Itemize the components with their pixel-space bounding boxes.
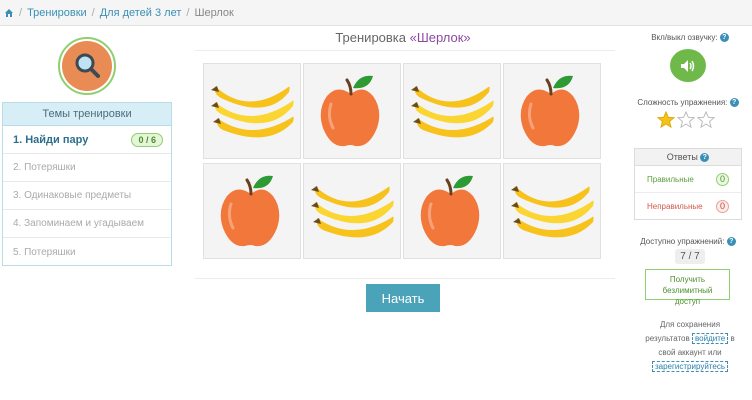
answers-title-row: Ответы ? [635, 149, 741, 166]
topic-item[interactable]: 5. Потеряшки [3, 238, 171, 266]
topic-item[interactable]: 1. Найди пару 0 / 6 [3, 126, 171, 154]
breadcrumb-separator: / [91, 6, 95, 19]
help-icon[interactable]: ? [719, 33, 729, 43]
sound-label-row: Вкл/выкл озвучку: ? [640, 33, 740, 43]
apple-icon [320, 75, 380, 147]
topic-label: 2. Потеряшки [13, 162, 76, 173]
wrong-count: 0 [716, 200, 729, 213]
difficulty-label-row: Сложность упражнения: ? [632, 98, 744, 108]
answers-panel: Ответы ? Правильные 0 Неправильные 0 [634, 148, 742, 220]
game-card[interactable] [403, 63, 501, 159]
topic-item[interactable]: 2. Потеряшки [3, 154, 171, 182]
apple-icon [520, 75, 580, 147]
unlimited-access-button[interactable]: Получить безлимитный доступ [645, 269, 730, 306]
home-icon[interactable] [4, 8, 14, 18]
help-icon[interactable]: ? [726, 237, 736, 247]
card-grid [203, 63, 601, 261]
topic-label: 1. Найди пару [13, 133, 89, 146]
available-label-row: Доступно упражнений: ? [632, 237, 744, 247]
difficulty-label: Сложность упражнения: [637, 98, 728, 107]
apple-icon [420, 175, 480, 247]
access-line-1: Получить [669, 275, 706, 284]
game-card[interactable] [303, 63, 401, 159]
difficulty-stars [657, 111, 715, 129]
help-icon[interactable]: ? [700, 153, 710, 163]
wrong-row: Неправильные 0 [635, 193, 741, 220]
access-line-2: безлимитный доступ [662, 286, 713, 306]
game-card[interactable] [403, 163, 501, 259]
topics-title: Темы тренировки [3, 103, 171, 126]
speaker-icon [681, 59, 695, 72]
training-avatar [58, 37, 116, 95]
breadcrumb-separator: / [186, 6, 190, 19]
wrong-label: Неправильные [647, 202, 703, 211]
sound-toggle-button[interactable] [670, 49, 706, 82]
game-card[interactable] [503, 163, 601, 259]
star-empty-icon [697, 111, 715, 129]
topic-item[interactable]: 4. Запоминаем и угадываем [3, 210, 171, 238]
breadcrumb-current: Шерлок [194, 6, 234, 19]
sound-label: Вкл/выкл озвучку: [651, 33, 718, 42]
start-button[interactable]: Начать [366, 284, 440, 312]
correct-count: 0 [716, 172, 729, 186]
available-count: 7 / 7 [675, 249, 705, 264]
game-card[interactable] [503, 63, 601, 159]
topic-label: 4. Запоминаем и угадываем [13, 218, 145, 229]
topic-label: 5. Потеряшки [13, 246, 76, 258]
breadcrumb-separator: / [19, 6, 23, 19]
star-filled-icon [657, 111, 675, 129]
game-card[interactable] [203, 163, 301, 259]
save-results-note: Для сохранения результатов войдите в сво… [640, 318, 740, 374]
title-prefix: Тренировка [335, 30, 410, 45]
banana-icon [211, 86, 294, 138]
topics-panel: Темы тренировки 1. Найди пару 0 / 6 2. П… [2, 102, 172, 266]
star-empty-icon [677, 111, 695, 129]
login-link[interactable]: войдите [691, 333, 729, 344]
banana-icon [511, 186, 594, 238]
correct-row: Правильные 0 [635, 166, 741, 193]
register-link[interactable]: зарегистрируйтесь [651, 361, 728, 372]
available-label: Доступно упражнений: [640, 237, 725, 246]
game-card[interactable] [303, 163, 401, 259]
breadcrumb-link-trainings[interactable]: Тренировки [27, 7, 87, 19]
topic-item[interactable]: 3. Одинаковые предметы [3, 182, 171, 210]
help-icon[interactable]: ? [729, 98, 739, 108]
answers-title: Ответы [666, 152, 698, 162]
game-card[interactable] [203, 63, 301, 159]
breadcrumb-link-age[interactable]: Для детей 3 лет [100, 7, 182, 19]
banana-icon [411, 86, 494, 138]
apple-icon [220, 175, 280, 247]
page-title: Тренировка «Шерлок» [190, 30, 616, 45]
title-name: «Шерлок» [409, 30, 471, 45]
correct-label: Правильные [647, 174, 694, 184]
progress-badge: 0 / 6 [131, 132, 163, 147]
divider [195, 50, 615, 51]
banana-icon [311, 186, 394, 238]
magnifier-icon [75, 53, 100, 78]
breadcrumb: / Тренировки / Для детей 3 лет / Шерлок [0, 0, 752, 26]
topic-label: 3. Одинаковые предметы [13, 190, 132, 201]
divider [195, 278, 615, 279]
